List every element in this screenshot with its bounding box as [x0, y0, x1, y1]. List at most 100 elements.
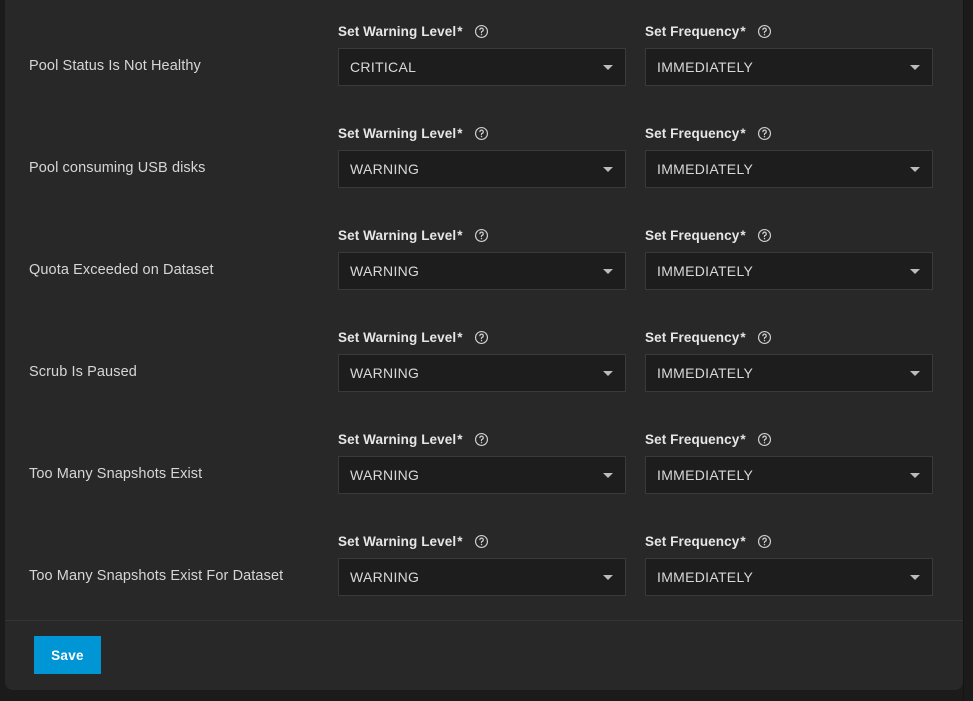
help-circle-icon[interactable] — [757, 228, 772, 243]
frequency-label-text: Set Frequency — [645, 125, 740, 141]
chevron-down-icon — [603, 269, 613, 274]
warning-level-select[interactable]: WARNING — [338, 558, 626, 596]
warning-level-required-mark: * — [457, 329, 463, 345]
frequency-label: Set Frequency * — [645, 226, 933, 244]
warning-level-label-text: Set Warning Level — [338, 125, 457, 141]
frequency-select[interactable]: IMMEDIATELY — [645, 558, 933, 596]
warning-level-select[interactable]: WARNING — [338, 252, 626, 290]
chevron-down-icon — [603, 167, 613, 172]
alert-settings-card: Pool Status Is Not Healthy Set Warning L… — [5, 0, 963, 690]
chevron-down-icon — [910, 269, 920, 274]
alert-rows-list: Pool Status Is Not Healthy Set Warning L… — [5, 0, 963, 620]
warning-level-label: Set Warning Level * — [338, 430, 626, 448]
frequency-required-mark: * — [740, 23, 746, 39]
chevron-down-icon — [910, 65, 920, 70]
warning-level-value: CRITICAL — [350, 59, 417, 75]
chevron-down-icon — [603, 575, 613, 580]
alert-row: Too Many Snapshots Exist Set Warning Lev… — [5, 408, 963, 510]
frequency-value: IMMEDIATELY — [657, 59, 754, 75]
help-circle-icon[interactable] — [474, 534, 489, 549]
warning-level-field: Set Warning Level * WARNING — [338, 532, 626, 596]
help-circle-icon[interactable] — [474, 126, 489, 141]
frequency-select[interactable]: IMMEDIATELY — [645, 456, 933, 494]
alert-row: Scrub Is Paused Set Warning Level * WARNI… — [5, 306, 963, 408]
help-circle-icon[interactable] — [757, 24, 772, 39]
alert-row-label: Too Many Snapshots Exist — [29, 466, 203, 482]
frequency-field: Set Frequency * IMMEDIATELY — [645, 430, 933, 494]
frequency-select[interactable]: IMMEDIATELY — [645, 48, 933, 86]
frequency-value: IMMEDIATELY — [657, 161, 754, 177]
alert-row: Too Many Snapshots Exist For Dataset Set… — [5, 510, 963, 612]
warning-level-field: Set Warning Level * CRITICAL — [338, 22, 626, 86]
frequency-label-text: Set Frequency — [645, 227, 740, 243]
frequency-label: Set Frequency * — [645, 124, 933, 142]
alert-row-label: Pool consuming USB disks — [29, 160, 206, 176]
frequency-value: IMMEDIATELY — [657, 467, 754, 483]
warning-level-label-text: Set Warning Level — [338, 533, 457, 549]
warning-level-value: WARNING — [350, 161, 420, 177]
warning-level-label-text: Set Warning Level — [338, 227, 457, 243]
warning-level-field: Set Warning Level * WARNING — [338, 226, 626, 290]
warning-level-label-text: Set Warning Level — [338, 329, 457, 345]
chevron-down-icon — [603, 473, 613, 478]
chevron-down-icon — [910, 167, 920, 172]
warning-level-select[interactable]: CRITICAL — [338, 48, 626, 86]
warning-level-value: WARNING — [350, 569, 420, 585]
help-circle-icon[interactable] — [757, 330, 772, 345]
help-circle-icon[interactable] — [474, 228, 489, 243]
frequency-label-text: Set Frequency — [645, 431, 740, 447]
right-gutter — [963, 0, 973, 701]
alert-row: Pool consuming USB disks Set Warning Lev… — [5, 102, 963, 204]
frequency-value: IMMEDIATELY — [657, 569, 754, 585]
warning-level-required-mark: * — [457, 431, 463, 447]
frequency-required-mark: * — [740, 125, 746, 141]
warning-level-required-mark: * — [457, 125, 463, 141]
alert-row-label: Quota Exceeded on Dataset — [29, 262, 214, 278]
warning-level-label: Set Warning Level * — [338, 328, 626, 346]
save-button[interactable]: Save — [34, 636, 101, 674]
alert-row-label: Pool Status Is Not Healthy — [29, 58, 201, 74]
warning-level-label: Set Warning Level * — [338, 226, 626, 244]
chevron-down-icon — [910, 575, 920, 580]
frequency-select[interactable]: IMMEDIATELY — [645, 354, 933, 392]
frequency-label: Set Frequency * — [645, 430, 933, 448]
warning-level-select[interactable]: WARNING — [338, 456, 626, 494]
frequency-required-mark: * — [740, 431, 746, 447]
help-circle-icon[interactable] — [757, 432, 772, 447]
chevron-down-icon — [603, 65, 613, 70]
frequency-label: Set Frequency * — [645, 22, 933, 40]
help-circle-icon[interactable] — [474, 432, 489, 447]
frequency-select[interactable]: IMMEDIATELY — [645, 252, 933, 290]
warning-level-select[interactable]: WARNING — [338, 354, 626, 392]
warning-level-required-mark: * — [457, 227, 463, 243]
scrollbar-track[interactable] — [963, 0, 964, 701]
warning-level-label: Set Warning Level * — [338, 22, 626, 40]
warning-level-label: Set Warning Level * — [338, 532, 626, 550]
help-circle-icon[interactable] — [474, 330, 489, 345]
chevron-down-icon — [910, 473, 920, 478]
frequency-field: Set Frequency * IMMEDIATELY — [645, 124, 933, 188]
help-circle-icon[interactable] — [757, 126, 772, 141]
chevron-down-icon — [910, 371, 920, 376]
warning-level-value: WARNING — [350, 365, 420, 381]
warning-level-value: WARNING — [350, 467, 420, 483]
alert-row: Quota Exceeded on Dataset Set Warning Le… — [5, 204, 963, 306]
warning-level-required-mark: * — [457, 533, 463, 549]
help-circle-icon[interactable] — [474, 24, 489, 39]
alert-row-label: Scrub Is Paused — [29, 364, 137, 380]
form-actions: Save — [5, 621, 963, 690]
alert-row-label: Too Many Snapshots Exist For Dataset — [29, 568, 284, 584]
alert-settings-page: Pool Status Is Not Healthy Set Warning L… — [0, 0, 973, 701]
frequency-required-mark: * — [740, 329, 746, 345]
frequency-field: Set Frequency * IMMEDIATELY — [645, 226, 933, 290]
frequency-value: IMMEDIATELY — [657, 263, 754, 279]
frequency-label: Set Frequency * — [645, 328, 933, 346]
warning-level-label: Set Warning Level * — [338, 124, 626, 142]
warning-level-select[interactable]: WARNING — [338, 150, 626, 188]
frequency-select[interactable]: IMMEDIATELY — [645, 150, 933, 188]
frequency-field: Set Frequency * IMMEDIATELY — [645, 532, 933, 596]
frequency-required-mark: * — [740, 533, 746, 549]
help-circle-icon[interactable] — [757, 534, 772, 549]
chevron-down-icon — [603, 371, 613, 376]
frequency-value: IMMEDIATELY — [657, 365, 754, 381]
